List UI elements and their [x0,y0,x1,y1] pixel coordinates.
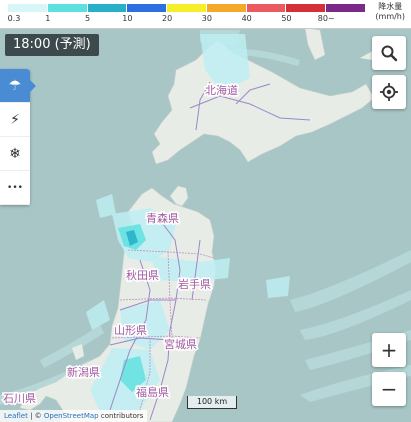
map-attribution: Leaflet | © OpenStreetMap contributors [0,410,148,422]
legend-tick-label: 5 [85,14,91,23]
label-yamagata: 山形県 [114,324,147,337]
lightning-button[interactable]: ⚡ [0,103,30,137]
legend-color-bar [8,4,367,12]
legend-tick-label: 1 [45,14,51,23]
snow-icon: ❄ [9,145,21,162]
legend-swatch [8,4,48,12]
legend-swatch [167,4,207,12]
legend-tick-label: 10 [122,14,133,23]
legend-unit-title: 降水量 [378,2,403,11]
legend-swatch [127,4,168,12]
attrib-separator: | © [27,412,44,420]
rain-cloud-icon: ☂ [8,77,22,94]
legend-swatch [326,4,367,12]
label-aomori: 青森県 [146,211,179,225]
locate-icon [380,83,398,101]
label-akita: 秋田県 [126,268,159,282]
label-hokkaido: 北海道 [205,83,238,97]
legend-swatch [87,4,128,12]
zoom-in-button[interactable]: + [372,333,406,367]
locate-button[interactable] [372,75,406,109]
legend-tick-label: 50 [281,14,292,23]
leaflet-link[interactable]: Leaflet [4,412,28,420]
osm-link[interactable]: OpenStreetMap [44,412,99,420]
precipitation-legend: 0.3 1 5 10 20 30 40 50 80~ 降水量 (mm/h) [0,0,411,29]
legend-tick-label: 30 [201,14,212,23]
search-button[interactable] [372,36,406,70]
scale-bar: 100 km [187,396,237,409]
legend-tick-label: 40 [241,14,252,23]
rain-cloud-button[interactable]: ☂ [0,69,36,103]
legend-swatch [206,4,247,12]
lightning-icon: ⚡ [10,111,20,128]
legend-tick-label: 80~ [317,14,335,23]
snow-button[interactable]: ❄ [0,137,30,171]
legend-tick-label: 0.3 [7,14,21,23]
layer-menu: ☂ ⚡ ❄ ••• [0,69,36,205]
legend-tick-label: 20 [162,14,173,23]
label-iwate: 岩手県 [178,277,211,291]
attrib-suffix: contributors [98,412,144,420]
map-canvas[interactable]: 北海道 青森県 秋田県 岩手県 山形県 宮城県 新潟県 福島県 石川県 [0,0,411,422]
label-fukushima: 福島県 [136,385,169,399]
more-button[interactable]: ••• [0,171,30,205]
legend-swatch [286,4,327,12]
legend-swatch [246,4,287,12]
search-icon [381,45,398,62]
label-niigata: 新潟県 [67,365,100,379]
more-icon: ••• [7,182,23,193]
legend-swatch [47,4,88,12]
legend-unit: 降水量 (mm/h) [375,2,405,22]
zoom-out-button[interactable]: − [372,372,406,406]
label-miyagi: 宮城県 [164,337,197,351]
legend-unit-mm: (mm/h) [375,12,405,21]
label-ishikawa: 石川県 [3,392,36,405]
forecast-time-label: 18:00 (予測) [5,34,99,56]
legend-ticks: 0.3 1 5 10 20 30 40 50 80~ [0,14,370,26]
